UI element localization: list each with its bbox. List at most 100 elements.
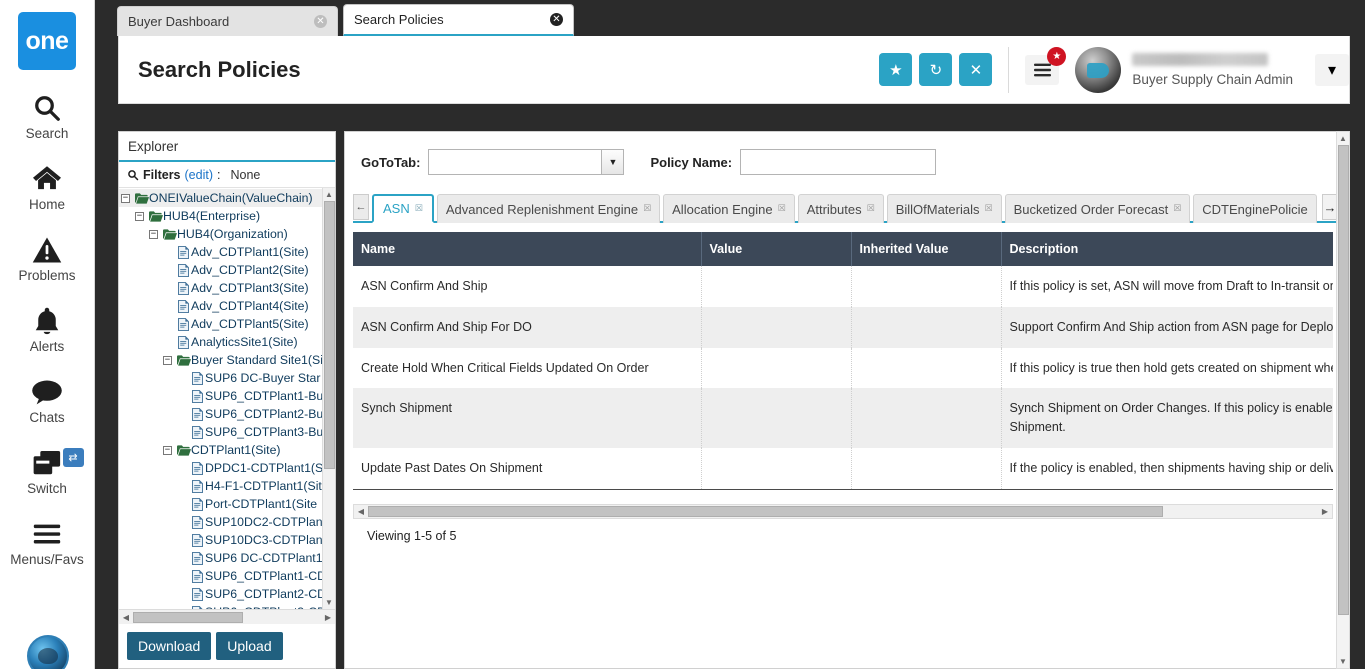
tree-node[interactable]: −HUB4(Enterprise) — [119, 207, 322, 225]
tree-node[interactable]: H4-F1-CDTPlant1(Sit — [119, 477, 322, 495]
rail-user-avatar[interactable] — [27, 635, 69, 669]
user-avatar[interactable] — [1075, 47, 1121, 93]
file-icon — [190, 552, 205, 565]
header-menu-button[interactable]: ★ — [1025, 55, 1059, 85]
policy-name-input[interactable] — [740, 149, 936, 175]
tree-node[interactable]: SUP6_CDTPlant2-Bu — [119, 405, 322, 423]
scroll-down-icon[interactable]: ▼ — [1339, 655, 1347, 668]
close-icon[interactable]: ✕ — [550, 13, 563, 26]
rail-item-search[interactable]: Search — [0, 91, 95, 141]
chevron-down-icon[interactable]: ▼ — [601, 150, 623, 174]
close-icon[interactable]: ✕ — [314, 15, 327, 28]
filters-edit-link[interactable]: (edit) — [185, 168, 213, 182]
refresh-button[interactable]: ↻ — [919, 53, 952, 86]
tree-node[interactable]: SUP6 DC-CDTPlant1 — [119, 549, 322, 567]
rail-item-home[interactable]: Home — [0, 162, 95, 212]
tree-node[interactable]: SUP6_CDTPlant3-CD — [119, 603, 322, 609]
close-icon[interactable]: ☒ — [1173, 204, 1181, 214]
table-row[interactable]: Synch ShipmentSynch Shipment on Order Ch… — [353, 388, 1333, 448]
tree-toggle-collapse-icon[interactable]: − — [149, 230, 158, 239]
scroll-left-icon[interactable]: ◀ — [354, 507, 368, 516]
explorer-filters-row[interactable]: Filters (edit) : None — [119, 162, 335, 188]
download-button[interactable]: Download — [127, 632, 211, 660]
tree-node[interactable]: SUP10DC2-CDTPlan — [119, 513, 322, 531]
tree-node[interactable]: SUP6_CDTPlant2-CD — [119, 585, 322, 603]
tree-toggle-collapse-icon[interactable]: − — [163, 356, 172, 365]
rail-item-menus-favs[interactable]: Menus/Favs — [0, 517, 95, 567]
upload-button[interactable]: Upload — [216, 632, 282, 660]
policy-tab-allocation-engine[interactable]: Allocation Engine☒ — [663, 194, 795, 223]
tree-toggle-collapse-icon[interactable]: − — [135, 212, 144, 221]
gototab-select[interactable]: ▼ — [428, 149, 624, 175]
tree-node[interactable]: SUP10DC3-CDTPlan — [119, 531, 322, 549]
column-header-value[interactable]: Value — [701, 232, 851, 266]
browser-tab-buyer-dashboard[interactable]: Buyer Dashboard ✕ — [117, 6, 338, 36]
tree-node[interactable]: SUP6_CDTPlant3-Bu — [119, 423, 322, 441]
scroll-up-icon[interactable]: ▲ — [325, 188, 333, 201]
scroll-right-icon[interactable]: ▶ — [1318, 507, 1332, 516]
rail-item-chats[interactable]: Chats — [0, 375, 95, 425]
tabs-scroll-left-icon[interactable]: ← — [353, 194, 369, 220]
table-horizontal-scrollbar[interactable]: ◀ ▶ — [353, 504, 1333, 519]
scrollbar-thumb[interactable] — [324, 201, 335, 469]
switch-swap-badge-icon[interactable]: ⇄ — [63, 448, 84, 467]
policy-tab-bucketized-order-forecast[interactable]: Bucketized Order Forecast☒ — [1005, 194, 1191, 223]
table-row[interactable]: ASN Confirm And Ship For DOSupport Confi… — [353, 307, 1333, 348]
tree-node[interactable]: Adv_CDTPlant2(Site) — [119, 261, 322, 279]
table-row[interactable]: Update Past Dates On ShipmentIf the poli… — [353, 448, 1333, 489]
favorite-button[interactable]: ★ — [879, 53, 912, 86]
tree-toggle-collapse-icon[interactable]: − — [163, 446, 172, 455]
tree-node[interactable]: Port-CDTPlant1(Site — [119, 495, 322, 513]
scroll-left-icon[interactable]: ◀ — [119, 613, 133, 622]
tree-node[interactable]: AnalyticsSite1(Site) — [119, 333, 322, 351]
tree-node[interactable]: −CDTPlant1(Site) — [119, 441, 322, 459]
tree-node[interactable]: −Buyer Standard Site1(Si — [119, 351, 322, 369]
tree-node[interactable]: SUP6 DC-Buyer Star — [119, 369, 322, 387]
tree-node[interactable]: −HUB4(Organization) — [119, 225, 322, 243]
tree-node[interactable]: SUP6_CDTPlant1-CD — [119, 567, 322, 585]
scroll-up-icon[interactable]: ▲ — [1339, 132, 1347, 145]
close-button[interactable]: ✕ — [959, 53, 992, 86]
rail-item-switch[interactable]: ⇄ Switch — [0, 446, 95, 496]
tree-node[interactable]: DPDC1-CDTPlant1(S — [119, 459, 322, 477]
column-header-inherited[interactable]: Inherited Value — [851, 232, 1001, 266]
close-icon[interactable]: ☒ — [984, 204, 992, 214]
scrollbar-thumb[interactable] — [1338, 145, 1349, 615]
column-header-description[interactable]: Description — [1001, 232, 1333, 266]
scrollbar-thumb[interactable] — [133, 612, 243, 623]
close-icon[interactable]: ☒ — [643, 204, 651, 214]
scroll-down-icon[interactable]: ▼ — [325, 596, 333, 609]
policy-value-cell — [701, 307, 851, 348]
tree-node-label: Adv_CDTPlant1(Site) — [191, 245, 309, 259]
tree-node[interactable]: Adv_CDTPlant1(Site) — [119, 243, 322, 261]
user-menu-chevron-down-icon[interactable]: ▾ — [1315, 54, 1349, 86]
browser-tab-search-policies[interactable]: Search Policies ✕ — [343, 4, 574, 36]
policy-tab-asn[interactable]: ASN☒ — [372, 194, 434, 223]
close-icon[interactable]: ☒ — [778, 204, 786, 214]
user-info: Buyer Supply Chain Admin — [1132, 53, 1293, 87]
tree-node[interactable]: Adv_CDTPlant3(Site) — [119, 279, 322, 297]
rail-item-problems[interactable]: Problems — [0, 233, 95, 283]
close-icon[interactable]: ☒ — [415, 204, 423, 214]
policy-tab-billofmaterials[interactable]: BillOfMaterials☒ — [887, 194, 1002, 223]
close-icon[interactable]: ☒ — [867, 204, 875, 214]
tree-toggle-collapse-icon[interactable]: − — [121, 194, 130, 203]
scroll-right-icon[interactable]: ▶ — [321, 613, 335, 622]
table-row[interactable]: Create Hold When Critical Fields Updated… — [353, 348, 1333, 389]
tree-node[interactable]: Adv_CDTPlant4(Site) — [119, 297, 322, 315]
tree-node[interactable]: Adv_CDTPlant5(Site) — [119, 315, 322, 333]
tree-node[interactable]: SUP6_CDTPlant1-Bu — [119, 387, 322, 405]
policy-tab-cdtenginepolicie[interactable]: CDTEnginePolicie — [1193, 194, 1317, 223]
scrollbar-thumb[interactable] — [368, 506, 1163, 517]
explorer-horizontal-scrollbar[interactable]: ◀ ▶ — [119, 609, 335, 624]
table-row[interactable]: ASN Confirm And ShipIf this policy is se… — [353, 266, 1333, 307]
column-header-name[interactable]: Name — [353, 232, 701, 266]
file-icon — [176, 246, 191, 259]
rail-item-alerts[interactable]: Alerts — [0, 304, 95, 354]
explorer-vertical-scrollbar[interactable]: ▲ ▼ — [322, 188, 335, 609]
tree-node[interactable]: −ONEIValueChain(ValueChain) — [119, 189, 322, 207]
policy-tab-attributes[interactable]: Attributes☒ — [798, 194, 884, 223]
filters-value: None — [230, 168, 260, 182]
content-vertical-scrollbar[interactable]: ▲ ▼ — [1336, 131, 1350, 669]
policy-tab-advanced-replenishment-engine[interactable]: Advanced Replenishment Engine☒ — [437, 194, 660, 223]
